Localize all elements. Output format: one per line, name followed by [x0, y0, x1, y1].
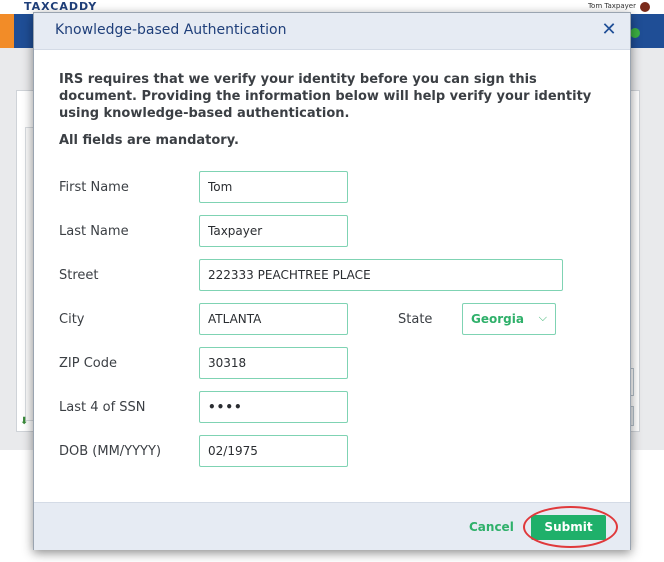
dialog-title: Knowledge-based Authentication	[55, 22, 287, 38]
cancel-button[interactable]: Cancel	[469, 520, 514, 534]
street-input[interactable]	[199, 259, 563, 291]
avatar[interactable]	[640, 2, 650, 12]
intro-text: IRS requires that we verify your identit…	[59, 72, 592, 121]
chevron-down-icon: ⌵	[538, 311, 547, 324]
nav-accent	[0, 14, 14, 48]
dob-input[interactable]	[199, 435, 348, 467]
state-selected-value: Georgia	[471, 312, 524, 326]
state-select[interactable]: Georgia ⌵	[462, 303, 556, 335]
close-icon[interactable]: ✕	[598, 19, 620, 41]
state-label: State	[398, 312, 433, 327]
first-name-label: First Name	[59, 180, 129, 195]
zip-label: ZIP Code	[59, 356, 117, 371]
zip-input[interactable]	[199, 347, 348, 379]
ssn-label: Last 4 of SSN	[59, 400, 146, 415]
city-input[interactable]	[199, 303, 348, 335]
kba-dialog: Knowledge-based Authentication ✕ IRS req…	[33, 12, 631, 550]
street-label: Street	[59, 268, 99, 283]
dialog-footer: Cancel Submit	[34, 502, 630, 550]
city-label: City	[59, 312, 85, 327]
first-name-input[interactable]	[199, 171, 348, 203]
mandatory-note: All fields are mandatory.	[59, 133, 239, 148]
last-name-input[interactable]	[199, 215, 348, 247]
user-name[interactable]: Tom Taxpayer	[588, 2, 636, 10]
dob-label: DOB (MM/YYYY)	[59, 444, 162, 459]
download-icon: ⬇	[20, 416, 29, 427]
last-name-label: Last Name	[59, 224, 129, 239]
ssn-input[interactable]	[199, 391, 348, 423]
city-state-row: City State Georgia ⌵	[59, 303, 579, 337]
highlight-annotation	[523, 506, 618, 548]
dialog-header: Knowledge-based Authentication ✕	[34, 13, 630, 50]
help-icon[interactable]	[630, 28, 640, 38]
